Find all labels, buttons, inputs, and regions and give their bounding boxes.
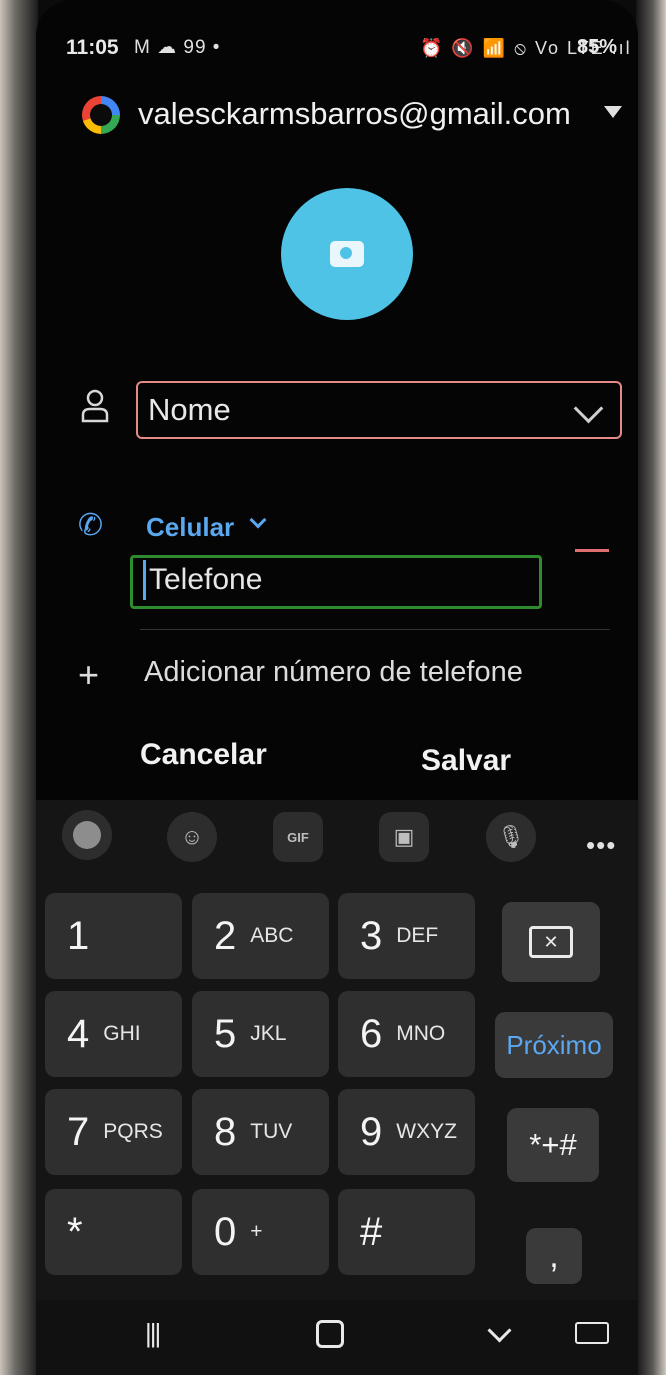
phone-input[interactable] xyxy=(143,560,533,600)
key-asterisk[interactable]: * xyxy=(45,1189,182,1275)
recents-icon[interactable]: ||| xyxy=(145,1318,161,1349)
person-icon xyxy=(81,389,109,423)
emoji-panel-icon[interactable] xyxy=(62,810,112,860)
cancel-button[interactable]: Cancelar xyxy=(140,738,267,772)
camera-icon xyxy=(330,241,364,267)
key-5[interactable]: 5 JKL xyxy=(192,991,329,1077)
next-button[interactable]: Próximo xyxy=(495,1012,613,1078)
phone-type-selector[interactable]: Celular xyxy=(146,512,234,543)
device-frame-left xyxy=(0,0,38,1375)
google-logo-icon xyxy=(82,96,120,134)
key-1[interactable]: 1 xyxy=(45,893,182,979)
remove-phone-icon[interactable] xyxy=(575,549,609,552)
battery-level: 85% xyxy=(577,36,618,58)
key-7[interactable]: 7 PQRS xyxy=(45,1089,182,1175)
key-9[interactable]: 9 WXYZ xyxy=(338,1089,475,1175)
keyboard-switch-icon[interactable] xyxy=(575,1322,609,1344)
notification-icons: M ☁ 99 • xyxy=(134,37,221,58)
name-input[interactable]: Nome xyxy=(148,392,231,428)
status-time: 11:05 xyxy=(66,36,119,59)
gif-icon[interactable]: GIF xyxy=(273,812,323,862)
plus-icon[interactable]: + xyxy=(78,654,99,696)
save-button[interactable]: Salvar xyxy=(421,744,511,778)
microphone-icon[interactable]: 🎙 xyxy=(486,812,536,862)
key-0[interactable]: 0 + xyxy=(192,1189,329,1275)
account-email[interactable]: valesckarmsbarros@gmail.com xyxy=(138,96,571,132)
device-frame-right xyxy=(636,0,666,1375)
emoji-icon[interactable]: ☺ xyxy=(167,812,217,862)
backspace-icon: ✕ xyxy=(529,926,573,958)
clipboard-icon[interactable]: ▣ xyxy=(379,812,429,862)
more-options-icon[interactable]: ••• xyxy=(586,830,616,861)
key-4[interactable]: 4 GHI xyxy=(45,991,182,1077)
add-phone-number-link[interactable]: Adicionar número de telefone xyxy=(144,656,523,689)
keyboard xyxy=(36,800,638,1375)
key-hash[interactable]: # xyxy=(338,1189,475,1275)
symbols-key[interactable]: *+# xyxy=(507,1108,599,1182)
account-dropdown-icon[interactable] xyxy=(604,106,622,118)
home-icon[interactable] xyxy=(316,1320,344,1348)
key-6[interactable]: 6 MNO xyxy=(338,991,475,1077)
phone-icon: ✆ xyxy=(78,509,104,542)
add-photo-button[interactable] xyxy=(281,188,413,320)
key-2[interactable]: 2 ABC xyxy=(192,893,329,979)
key-3[interactable]: 3 DEF xyxy=(338,893,475,979)
key-8[interactable]: 8 TUV xyxy=(192,1089,329,1175)
backspace-button[interactable]: ✕ xyxy=(502,902,600,982)
divider xyxy=(140,629,610,630)
comma-key[interactable]: , xyxy=(526,1228,582,1284)
